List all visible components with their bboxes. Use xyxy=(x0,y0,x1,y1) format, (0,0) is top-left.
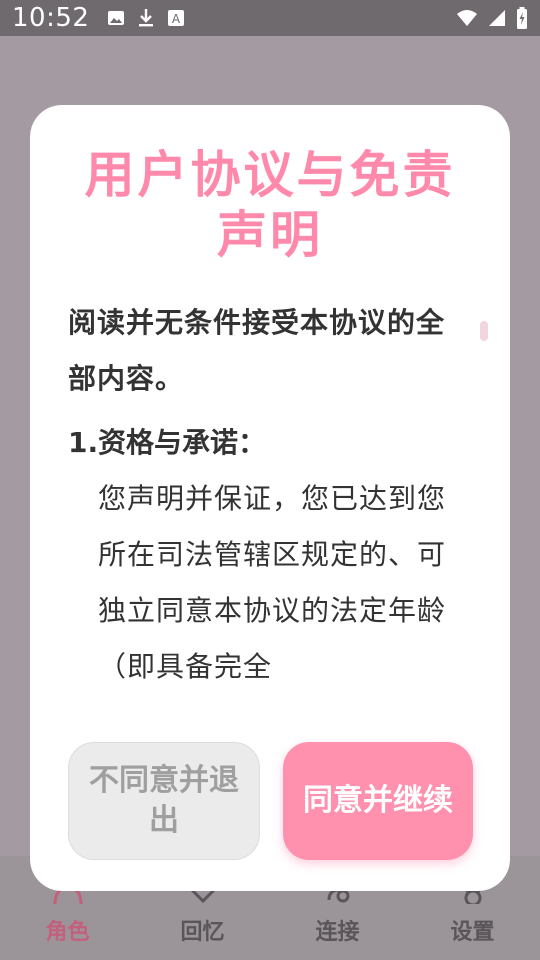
nav-label: 回忆 xyxy=(180,920,225,945)
font-icon: A xyxy=(167,9,185,27)
nav-item-characters[interactable]: 角色 xyxy=(18,884,118,946)
section-heading: 1. 资格与承诺： xyxy=(68,415,468,471)
svg-text:A: A xyxy=(172,12,181,26)
signal-icon xyxy=(488,9,506,27)
battery-charging-icon xyxy=(516,7,528,29)
scrollbar-thumb[interactable] xyxy=(480,321,488,341)
nav-item-connect[interactable]: 连接 xyxy=(288,884,388,946)
agreement-dialog: 用户协议与免责声明 阅读并无条件接受本协议的全部内容。 1. 资格与承诺： 您声… xyxy=(30,105,510,891)
nav-label: 角色 xyxy=(45,920,90,945)
agreement-content[interactable]: 阅读并无条件接受本协议的全部内容。 1. 资格与承诺： 您声明并保证，您已达到您… xyxy=(68,295,468,695)
section-title: 资格与承诺： xyxy=(98,426,267,459)
nav-label: 设置 xyxy=(450,920,495,945)
dialog-title: 用户协议与免责声明 xyxy=(84,146,456,264)
section-body: 您声明并保证，您已达到您所在司法管辖区规定的、可独立同意本协议的法定年龄（即具备… xyxy=(98,482,447,683)
section-number: 1. xyxy=(68,426,99,459)
notification-icons: A xyxy=(107,8,185,28)
system-icons xyxy=(456,7,528,29)
accept-button[interactable]: 同意并继续 xyxy=(283,742,473,860)
nav-item-settings[interactable]: 设置 xyxy=(423,884,523,946)
download-icon xyxy=(137,8,155,28)
status-time: 10:52 xyxy=(12,3,90,33)
nav-item-memories[interactable]: 回忆 xyxy=(153,884,253,946)
intro-text: 阅读并无条件接受本协议的全部内容。 xyxy=(68,306,446,395)
nav-label: 连接 xyxy=(315,920,360,945)
decline-button[interactable]: 不同意并退出 xyxy=(68,742,260,860)
image-icon xyxy=(107,9,125,27)
status-bar: 10:52 A xyxy=(0,0,540,36)
wifi-icon xyxy=(456,9,478,27)
